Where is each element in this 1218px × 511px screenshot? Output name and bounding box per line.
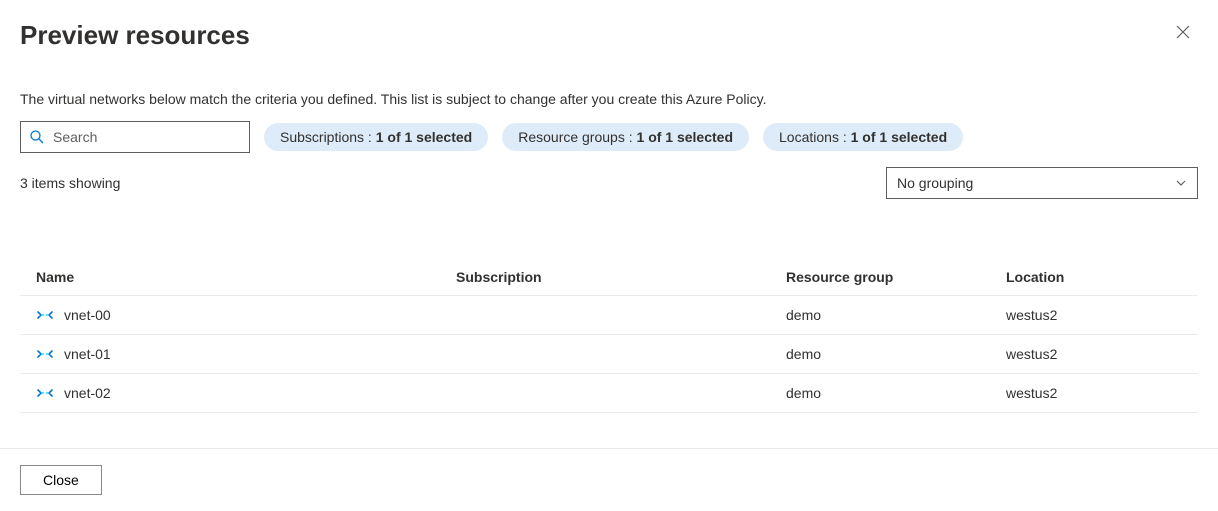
close-icon[interactable] [1168, 20, 1198, 46]
table-row[interactable]: vnet-00 demo westus2 [20, 296, 1198, 335]
column-header-subscription[interactable]: Subscription [456, 269, 786, 285]
search-input-wrapper[interactable] [20, 121, 250, 153]
cell-location: westus2 [1006, 346, 1182, 362]
grouping-dropdown[interactable]: No grouping [886, 167, 1198, 199]
filter-subscriptions-value: 1 of 1 selected [376, 129, 473, 145]
cell-name: vnet-02 [64, 385, 111, 401]
grouping-selected-label: No grouping [897, 175, 973, 191]
cell-location: westus2 [1006, 307, 1182, 323]
filter-resource-groups-prefix: Resource groups : [518, 129, 636, 145]
filter-locations-prefix: Locations : [779, 129, 851, 145]
cell-resource-group: demo [786, 385, 1006, 401]
cell-name: vnet-00 [64, 307, 111, 323]
search-input[interactable] [45, 129, 241, 145]
column-header-name[interactable]: Name [36, 269, 456, 285]
close-button[interactable]: Close [20, 465, 102, 495]
cell-location: westus2 [1006, 385, 1182, 401]
filter-subscriptions-prefix: Subscriptions : [280, 129, 376, 145]
items-count-text: 3 items showing [20, 175, 120, 191]
filter-locations[interactable]: Locations : 1 of 1 selected [763, 123, 963, 151]
column-header-resource-group[interactable]: Resource group [786, 269, 1006, 285]
description-text: The virtual networks below match the cri… [20, 91, 1198, 107]
table-row[interactable]: vnet-02 demo westus2 [20, 374, 1198, 413]
vnet-icon [36, 345, 54, 363]
filter-resource-groups[interactable]: Resource groups : 1 of 1 selected [502, 123, 749, 151]
table-header: Name Subscription Resource group Locatio… [20, 259, 1198, 296]
filter-subscriptions[interactable]: Subscriptions : 1 of 1 selected [264, 123, 488, 151]
vnet-icon [36, 384, 54, 402]
chevron-down-icon [1175, 177, 1187, 189]
cell-name: vnet-01 [64, 346, 111, 362]
page-title: Preview resources [20, 20, 250, 51]
column-header-location[interactable]: Location [1006, 269, 1182, 285]
footer: Close [0, 448, 1218, 511]
cell-resource-group: demo [786, 346, 1006, 362]
filter-resource-groups-value: 1 of 1 selected [637, 129, 734, 145]
search-icon [29, 129, 45, 145]
results-table: Name Subscription Resource group Locatio… [20, 259, 1198, 413]
cell-resource-group: demo [786, 307, 1006, 323]
filter-locations-value: 1 of 1 selected [851, 129, 948, 145]
table-row[interactable]: vnet-01 demo westus2 [20, 335, 1198, 374]
vnet-icon [36, 306, 54, 324]
